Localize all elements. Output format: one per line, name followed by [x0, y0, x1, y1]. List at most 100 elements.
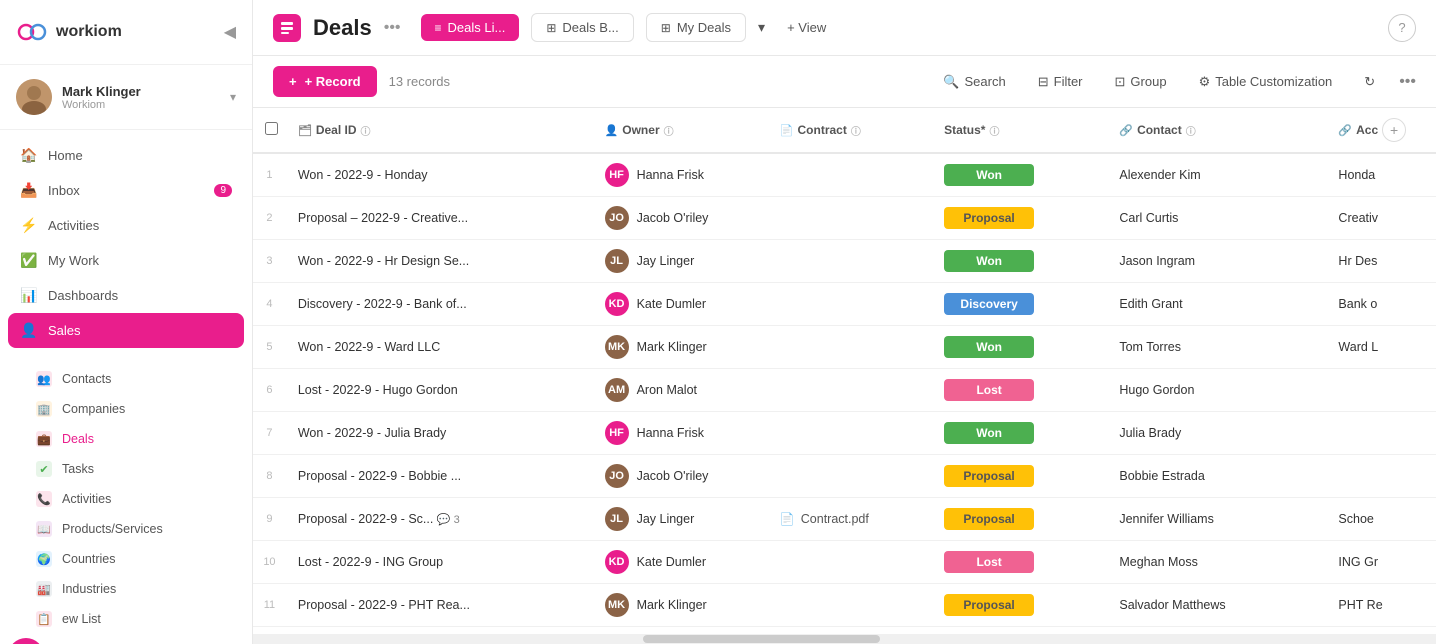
- cell-contract[interactable]: [768, 541, 932, 584]
- cell-status[interactable]: Lost: [932, 369, 1107, 412]
- cell-deal-id[interactable]: Discovery - 2022-9 - Bank of...: [286, 283, 593, 326]
- topbar-more-btn[interactable]: •••: [384, 19, 401, 37]
- cell-owner[interactable]: KD Kate Dumler: [593, 541, 768, 584]
- cell-contract[interactable]: [768, 584, 932, 627]
- cell-contract[interactable]: [768, 369, 932, 412]
- cell-account[interactable]: Honda: [1326, 153, 1436, 197]
- tab-deals-list[interactable]: ≡ Deals Li...: [421, 14, 520, 41]
- sidebar-item-dashboards[interactable]: 📊 Dashboards: [0, 278, 252, 313]
- cell-contact[interactable]: Salvador Matthews: [1107, 584, 1326, 627]
- cell-deal-id[interactable]: Won - 2022-9 - Hr Design Se...: [286, 240, 593, 283]
- deal-id-info-icon[interactable]: ⓘ: [361, 123, 371, 138]
- sidebar-collapse-btn[interactable]: ◀: [224, 22, 236, 42]
- cell-owner[interactable]: HF Hanna Frisk: [593, 153, 768, 197]
- sidebar-item-tasks[interactable]: ✔ Tasks: [0, 454, 252, 484]
- cell-contract[interactable]: [768, 283, 932, 326]
- cell-owner[interactable]: HF Hanna Frisk: [593, 412, 768, 455]
- sidebar-item-home[interactable]: 🏠 Home: [0, 138, 252, 173]
- cell-deal-id[interactable]: Proposal - 2022-9 - Bobbie ...: [286, 455, 593, 498]
- cell-contract[interactable]: [768, 627, 932, 635]
- cell-owner[interactable]: MK Mark Klinger: [593, 584, 768, 627]
- cell-contract[interactable]: [768, 240, 932, 283]
- table-row[interactable]: 7 Won - 2022-9 - Julia Brady HF Hanna Fr…: [253, 412, 1436, 455]
- cell-status[interactable]: Lost: [932, 541, 1107, 584]
- cell-owner[interactable]: AM Aron Malot: [593, 369, 768, 412]
- cell-contact[interactable]: Jennifer Williams: [1107, 498, 1326, 541]
- cell-contact[interactable]: Alexender Kim: [1107, 153, 1326, 197]
- cell-owner[interactable]: JL Jay Linger: [593, 498, 768, 541]
- sidebar-item-activities2[interactable]: 📞 Activities: [0, 484, 252, 514]
- cell-account[interactable]: [1326, 412, 1436, 455]
- cell-status[interactable]: Discovery: [932, 283, 1107, 326]
- table-row[interactable]: 9 Proposal - 2022-9 - Sc... 💬 3 JL Jay L…: [253, 498, 1436, 541]
- cell-account[interactable]: Hr Des: [1326, 240, 1436, 283]
- cell-account[interactable]: Creativ: [1326, 197, 1436, 240]
- cell-owner[interactable]: JO Jacob O'riley: [593, 197, 768, 240]
- cell-account[interactable]: ING Gr: [1326, 541, 1436, 584]
- cell-account[interactable]: Bank o: [1326, 283, 1436, 326]
- contact-info-icon[interactable]: ⓘ: [1186, 123, 1196, 138]
- sidebar-item-countries[interactable]: 🌍 Countries: [0, 544, 252, 574]
- cell-status[interactable]: Proposal: [932, 584, 1107, 627]
- owner-info-icon[interactable]: ⓘ: [664, 123, 674, 138]
- group-btn[interactable]: ⊡ Group: [1107, 70, 1175, 94]
- toolbar-more-btn[interactable]: •••: [1399, 73, 1416, 91]
- sidebar-item-sales[interactable]: 👤 Sales: [8, 313, 244, 348]
- cell-contact[interactable]: Alexandra Hale: [1107, 627, 1326, 635]
- cell-account[interactable]: PHT Re: [1326, 584, 1436, 627]
- sidebar-item-mywork[interactable]: ✅ My Work: [0, 243, 252, 278]
- cell-contact[interactable]: Julia Brady: [1107, 412, 1326, 455]
- add-column-btn[interactable]: +: [1382, 118, 1406, 142]
- cell-contract[interactable]: [768, 153, 932, 197]
- cell-contact[interactable]: Tom Torres: [1107, 326, 1326, 369]
- cell-deal-id[interactable]: Lost - 2022-9 - ING Group: [286, 541, 593, 584]
- cell-contact[interactable]: Edith Grant: [1107, 283, 1326, 326]
- table-scrollbar[interactable]: [253, 634, 1436, 644]
- cell-deal-id[interactable]: Proposal – 2022-9 - Creative...: [286, 197, 593, 240]
- cell-deal-id[interactable]: Won - 2022-9 - Julia Brady: [286, 412, 593, 455]
- user-section[interactable]: Mark Klinger Workiom ▾: [0, 65, 252, 130]
- cell-status[interactable]: Won: [932, 240, 1107, 283]
- cell-status[interactable]: Won: [932, 627, 1107, 635]
- sidebar-item-deals[interactable]: 💼 Deals: [0, 424, 252, 454]
- cell-account[interactable]: Ward L: [1326, 326, 1436, 369]
- table-row[interactable]: 12 Won - 2022-9 - HP AM Aron Malot Won A…: [253, 627, 1436, 635]
- table-row[interactable]: 8 Proposal - 2022-9 - Bobbie ... JO Jaco…: [253, 455, 1436, 498]
- cell-deal-id[interactable]: Lost - 2022-9 - Hugo Gordon: [286, 369, 593, 412]
- sidebar-item-companies[interactable]: 🏢 Companies: [0, 394, 252, 424]
- table-row[interactable]: 11 Proposal - 2022-9 - PHT Rea... MK Mar…: [253, 584, 1436, 627]
- sidebar-item-activities[interactable]: ⚡ Activities: [0, 208, 252, 243]
- table-row[interactable]: 10 Lost - 2022-9 - ING Group KD Kate Dum…: [253, 541, 1436, 584]
- cell-status[interactable]: Proposal: [932, 455, 1107, 498]
- table-row[interactable]: 3 Won - 2022-9 - Hr Design Se... JL Jay …: [253, 240, 1436, 283]
- cell-owner[interactable]: JL Jay Linger: [593, 240, 768, 283]
- cell-status[interactable]: Proposal: [932, 197, 1107, 240]
- cell-owner[interactable]: AM Aron Malot: [593, 627, 768, 635]
- sidebar-item-contacts[interactable]: 👥 Contacts: [0, 364, 252, 394]
- cell-deal-id[interactable]: Won - 2022-9 - Honday: [286, 153, 593, 197]
- table-row[interactable]: 4 Discovery - 2022-9 - Bank of... KD Kat…: [253, 283, 1436, 326]
- table-row[interactable]: 2 Proposal – 2022-9 - Creative... JO Jac…: [253, 197, 1436, 240]
- customize-btn[interactable]: ⚙ Table Customization: [1191, 70, 1341, 94]
- contract-info-icon[interactable]: ⓘ: [851, 123, 861, 138]
- status-info-icon[interactable]: ⓘ: [989, 123, 999, 138]
- refresh-btn[interactable]: ↻: [1356, 70, 1383, 94]
- tabs-dropdown-btn[interactable]: ▾: [758, 19, 765, 36]
- cell-contract[interactable]: 📄Contract.pdf: [768, 498, 932, 541]
- cell-contact[interactable]: Meghan Moss: [1107, 541, 1326, 584]
- cell-contract[interactable]: [768, 412, 932, 455]
- cell-deal-id[interactable]: Proposal - 2022-9 - PHT Rea...: [286, 584, 593, 627]
- sidebar-item-viewlist[interactable]: 📋 ew List: [0, 604, 252, 634]
- tab-my-deals[interactable]: ⊞ My Deals: [646, 13, 746, 42]
- sidebar-item-inbox[interactable]: 📥 Inbox 9: [0, 173, 252, 208]
- cell-status[interactable]: Won: [932, 326, 1107, 369]
- table-row[interactable]: 5 Won - 2022-9 - Ward LLC MK Mark Klinge…: [253, 326, 1436, 369]
- cell-account[interactable]: [1326, 455, 1436, 498]
- cell-owner[interactable]: MK Mark Klinger: [593, 326, 768, 369]
- cell-contact[interactable]: Carl Curtis: [1107, 197, 1326, 240]
- cell-owner[interactable]: JO Jacob O'riley: [593, 455, 768, 498]
- sidebar-item-products[interactable]: 📖 Products/Services: [0, 514, 252, 544]
- cell-status[interactable]: Won: [932, 412, 1107, 455]
- select-all-checkbox[interactable]: [265, 122, 278, 135]
- cell-contract[interactable]: [768, 326, 932, 369]
